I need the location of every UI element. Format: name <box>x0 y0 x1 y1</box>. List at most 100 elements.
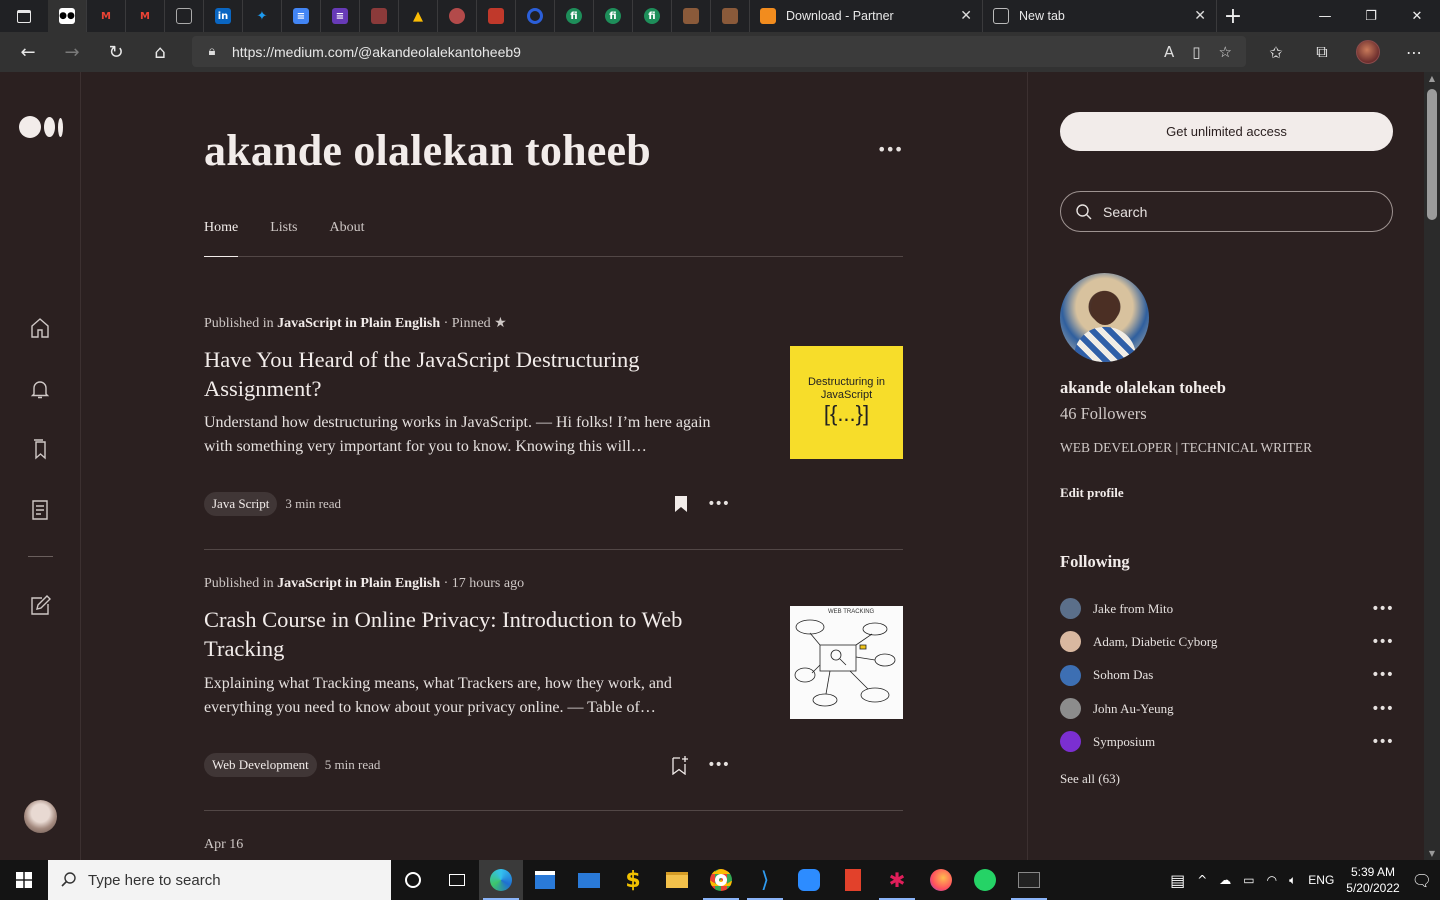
tab-about[interactable]: About <box>329 220 364 257</box>
following-more-button[interactable]: ••• <box>1371 601 1394 617</box>
edge-icon[interactable] <box>479 860 523 900</box>
pinned-tab-fh-2[interactable]: fi <box>594 0 633 32</box>
bookmark-filled-icon[interactable] <box>673 495 689 513</box>
terminal-icon[interactable] <box>1007 860 1051 900</box>
pinned-tab-slides[interactable] <box>477 0 516 32</box>
favorites-icon[interactable]: ✩ <box>1256 32 1296 72</box>
firefox-icon[interactable] <box>919 860 963 900</box>
taskbar-search-box[interactable]: Type here to search <box>48 860 391 900</box>
close-window-button[interactable]: ✕ <box>1394 0 1440 32</box>
following-name[interactable]: Sohom Das <box>1093 667 1371 683</box>
tab-download-partner[interactable]: Download - Partner ✕ <box>750 0 983 32</box>
pinned-tab-fh-1[interactable]: fi <box>555 0 594 32</box>
show-hidden-icons-icon[interactable]: ^ <box>1197 873 1207 887</box>
url-text[interactable]: https://medium.com/@akandeolalekantoheeb… <box>232 44 1164 60</box>
close-tab-icon[interactable]: ✕ <box>960 8 972 24</box>
pinned-tab-calendar[interactable] <box>165 0 204 32</box>
scroll-up-icon[interactable]: ▲ <box>1427 74 1437 83</box>
following-item[interactable]: Sohom Das ••• <box>1060 659 1394 692</box>
following-more-button[interactable]: ••• <box>1371 734 1394 750</box>
settings-more-icon[interactable]: ⋯ <box>1394 32 1434 72</box>
pinned-tab-app[interactable] <box>360 0 399 32</box>
restore-button[interactable]: ❐ <box>1348 0 1394 32</box>
sidebar-profile-name[interactable]: akande olalekan toheeb <box>1060 378 1226 398</box>
story-more-button[interactable]: ••• <box>707 757 730 773</box>
story-more-button[interactable]: ••• <box>707 496 730 512</box>
stories-icon[interactable] <box>28 498 52 522</box>
following-name[interactable]: Adam, Diabetic Cyborg <box>1093 634 1371 650</box>
following-item[interactable]: Jake from Mito ••• <box>1060 592 1394 625</box>
news-widget-icon[interactable]: ▤ <box>1170 871 1185 890</box>
story-thumbnail[interactable]: Destructuring in JavaScript [{...}] <box>790 346 903 459</box>
search-box[interactable] <box>1060 191 1393 232</box>
lock-icon[interactable]: 🔒︎ <box>192 44 232 59</box>
add-favorite-icon[interactable]: ☆ <box>1219 43 1232 61</box>
pinned-tab-fh-3[interactable]: fi <box>633 0 672 32</box>
following-more-button[interactable]: ••• <box>1371 667 1394 683</box>
see-all-following-link[interactable]: See all (63) <box>1060 771 1120 787</box>
zoom-icon[interactable] <box>787 860 831 900</box>
file-explorer-icon[interactable] <box>655 860 699 900</box>
bookmark-add-icon[interactable] <box>671 755 689 775</box>
following-name[interactable]: Jake from Mito <box>1093 601 1371 617</box>
pinned-tab-box-2[interactable] <box>711 0 750 32</box>
bookmarks-icon[interactable] <box>28 437 52 461</box>
collections-icon[interactable]: ⧉ <box>1302 32 1342 72</box>
topic-chip[interactable]: Java Script <box>204 492 278 516</box>
home-button[interactable]: ⌂ <box>138 32 182 72</box>
task-view-icon[interactable] <box>435 860 479 900</box>
pinned-tab-linkedin[interactable]: in <box>204 0 243 32</box>
immersive-reader-icon[interactable]: ▯ <box>1192 43 1200 61</box>
following-more-button[interactable]: ••• <box>1371 634 1394 650</box>
whatsapp-icon[interactable] <box>963 860 1007 900</box>
pinned-tab-medium[interactable]: ●● <box>48 0 87 32</box>
medium-logo[interactable] <box>19 116 63 138</box>
store-icon[interactable] <box>523 860 567 900</box>
mail-icon[interactable] <box>567 860 611 900</box>
following-item[interactable]: Symposium ••• <box>1060 725 1394 758</box>
tab-lists[interactable]: Lists <box>270 220 297 257</box>
story-excerpt[interactable]: Understand how destructuring works in Ja… <box>204 411 724 459</box>
new-tab-button[interactable]: + <box>1217 0 1249 32</box>
tab-new-tab[interactable]: New tab ✕ <box>983 0 1217 32</box>
story-excerpt[interactable]: Explaining what Tracking means, what Tra… <box>204 672 724 720</box>
read-aloud-icon[interactable]: A <box>1164 43 1174 61</box>
office-icon[interactable] <box>831 860 875 900</box>
search-input[interactable] <box>1103 203 1363 220</box>
onedrive-icon[interactable]: ☁ <box>1219 873 1231 887</box>
pinned-tab-forms[interactable]: ≡ <box>321 0 360 32</box>
money-app-icon[interactable]: $ <box>611 860 655 900</box>
pinned-tab-twitter[interactable]: ✦ <box>243 0 282 32</box>
followers-count[interactable]: 46 Followers <box>1060 404 1147 424</box>
profile-button[interactable] <box>1348 32 1388 72</box>
tab-actions-icon[interactable] <box>0 0 48 32</box>
following-item[interactable]: Adam, Diabetic Cyborg ••• <box>1060 625 1394 658</box>
story-title[interactable]: Have You Heard of the JavaScript Destruc… <box>204 345 724 403</box>
chrome-icon[interactable] <box>699 860 743 900</box>
edit-profile-link[interactable]: Edit profile <box>1060 485 1124 501</box>
story-thumbnail[interactable]: WEB TRACKING <box>790 606 903 719</box>
story-card[interactable]: Published in JavaScript in Plain English… <box>204 315 903 550</box>
pinned-tab-drive[interactable]: ▲ <box>399 0 438 32</box>
slack-icon[interactable]: ✱ <box>875 860 919 900</box>
taskbar-clock[interactable]: 5:39 AM 5/20/2022 <box>1346 864 1399 896</box>
minimize-button[interactable]: — <box>1302 0 1348 32</box>
battery-icon[interactable]: ▭ <box>1243 873 1254 887</box>
profile-more-button[interactable]: ••• <box>877 140 903 159</box>
scrollbar-thumb[interactable] <box>1427 89 1437 220</box>
pinned-tab-gmail-2[interactable]: M <box>126 0 165 32</box>
notifications-icon[interactable]: 🗨︎ <box>1412 871 1432 890</box>
publication-link[interactable]: JavaScript in Plain English <box>277 576 440 591</box>
following-more-button[interactable]: ••• <box>1371 701 1394 717</box>
pinned-tab-circle[interactable] <box>438 0 477 32</box>
close-tab-icon[interactable]: ✕ <box>1194 8 1206 24</box>
topic-chip[interactable]: Web Development <box>204 753 317 777</box>
page-scrollbar[interactable]: ▲ ▼ <box>1424 72 1440 860</box>
pinned-tab-blue[interactable] <box>516 0 555 32</box>
home-icon[interactable] <box>28 316 52 340</box>
following-name[interactable]: John Au-Yeung <box>1093 701 1371 717</box>
back-button[interactable]: ← <box>6 32 50 72</box>
pinned-tab-box-1[interactable] <box>672 0 711 32</box>
publication-link[interactable]: JavaScript in Plain English <box>277 316 440 331</box>
write-icon[interactable] <box>28 594 52 618</box>
